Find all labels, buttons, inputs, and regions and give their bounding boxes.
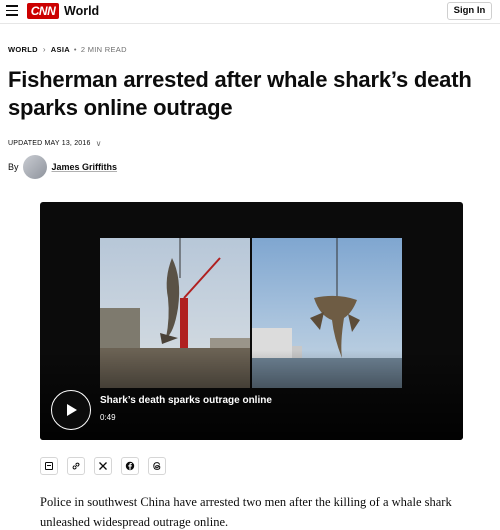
share-toolbar xyxy=(40,457,175,475)
play-button[interactable] xyxy=(51,390,91,430)
threads-icon xyxy=(153,462,161,470)
breadcrumb-asia[interactable]: ASIA xyxy=(51,45,70,54)
video-duration: 0:49 xyxy=(100,413,116,422)
article-paragraph: Police in southwest China have arrested … xyxy=(40,495,452,529)
share-x-button[interactable] xyxy=(94,457,112,475)
video-title: Shark’s death sparks outrage online xyxy=(100,395,272,406)
breadcrumb-world[interactable]: WORLD xyxy=(8,45,38,54)
bookmark-button[interactable] xyxy=(40,457,58,475)
byline: By James Griffiths xyxy=(8,155,117,179)
chevron-down-icon[interactable]: ∨ xyxy=(96,139,102,148)
copy-link-button[interactable] xyxy=(67,457,85,475)
play-icon xyxy=(67,404,77,416)
cnn-logo[interactable]: CNN xyxy=(27,3,59,19)
read-time: 2 MIN READ xyxy=(80,45,127,54)
breadcrumb: WORLD › ASIA • 2 MIN READ xyxy=(8,45,127,54)
author-avatar[interactable] xyxy=(22,155,47,179)
updated-label: UPDATED MAY 13, 2016 xyxy=(8,140,91,147)
section-title[interactable]: World xyxy=(64,4,99,19)
x-icon xyxy=(99,462,107,470)
link-icon xyxy=(72,462,80,470)
separator-dot: • xyxy=(73,45,77,54)
bookmark-icon xyxy=(45,462,53,470)
updated-timestamp: UPDATED MAY 13, 2016 ∨ xyxy=(8,139,102,148)
by-label: By xyxy=(8,162,19,172)
share-facebook-button[interactable] xyxy=(121,457,139,475)
chevron-right-icon: › xyxy=(42,45,46,54)
facebook-icon xyxy=(125,461,135,471)
share-threads-button[interactable] xyxy=(148,457,166,475)
video-player[interactable]: Shark’s death sparks outrage online 0:49 xyxy=(40,202,463,440)
menu-icon[interactable] xyxy=(6,5,18,16)
sign-in-button[interactable]: Sign In xyxy=(447,2,492,20)
page-title: Fisherman arrested after whale shark’s d… xyxy=(8,67,472,120)
author-link[interactable]: James Griffiths xyxy=(52,162,118,172)
top-bar: CNN World Sign In xyxy=(0,0,500,24)
